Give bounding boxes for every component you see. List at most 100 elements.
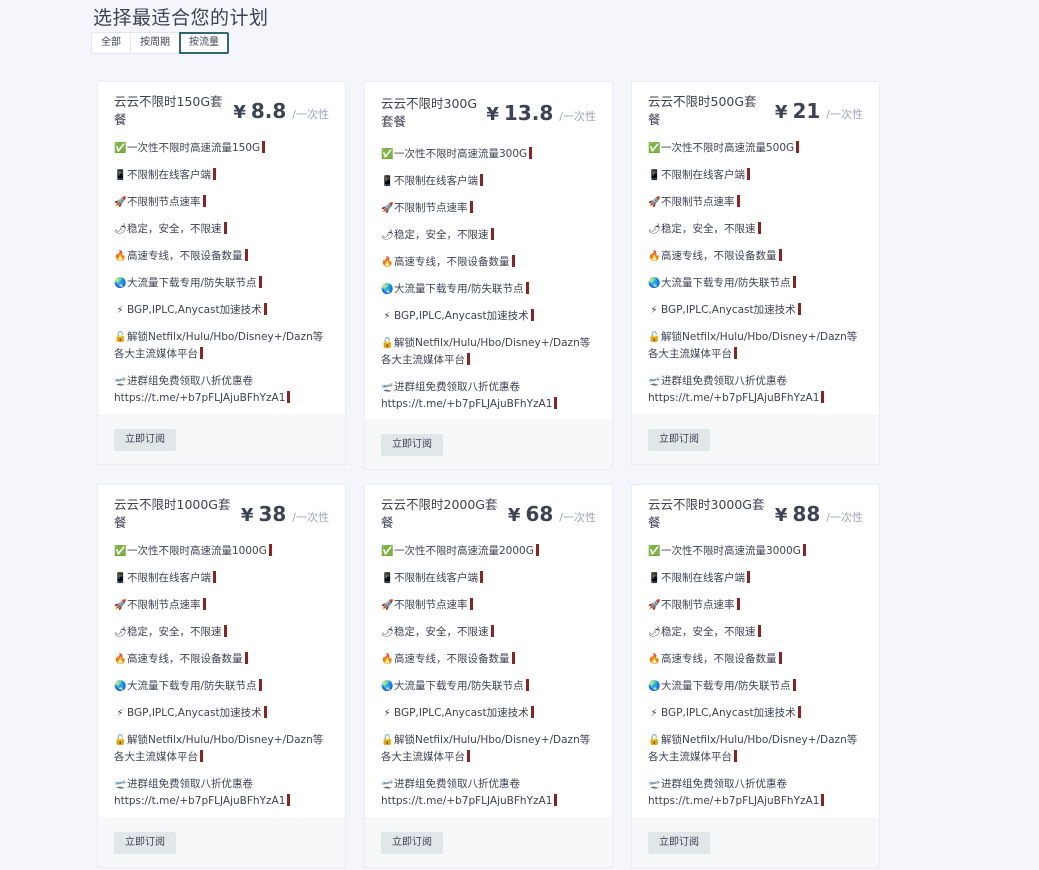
feature-item: 📱不限制在线客户端 [648,167,863,184]
price-value: 8.8 [250,99,287,123]
text-cursor-mark [200,347,203,359]
feature-list: ✅一次性不限时高速流量2000G 📱不限制在线客户端 🚀不限制节点速率 🌶稳定，安全，… [365,543,612,810]
text-cursor-mark [287,391,291,403]
globe-icon: 🌏 [648,278,661,289]
check-mark-icon: ✅ [648,546,661,557]
feature-item: 🚀不限制节点速率 [114,194,329,211]
feature-text: 进群组免费领取八折优惠卷https://t.me/+b7pFLJAjuBFhYz… [648,778,820,807]
mobile-phone-icon: 📱 [381,176,394,187]
text-cursor-mark [525,282,529,294]
price-currency: ¥ [774,102,788,123]
rocket-icon: 🚀 [381,203,394,214]
feature-text: 不限制节点速率 [661,599,735,611]
plan-price: ¥88/一次性 [767,502,863,526]
feature-text: 解锁Netfilx/Hulu/Hbo/Disney+/Dazn等各大主流媒体平台 [381,337,591,366]
feature-item: 🌶稳定，安全，不限速 [381,624,596,641]
plan-card-header: 云云不限时500G套餐 ¥21/一次性 [632,82,879,140]
lightning-icon: ⚡ [116,305,124,316]
feature-item: 🚀不限制节点速率 [381,597,596,614]
text-cursor-mark [821,391,825,403]
lightning-icon: ⚡ [650,708,658,719]
feature-item: 🌏大流量下载专用/防失联节点 [114,275,329,292]
feature-text: 解锁Netfilx/Hulu/Hbo/Disney+/Dazn等各大主流媒体平台 [114,331,324,360]
subscribe-button[interactable]: 立即订阅 [648,429,710,451]
text-cursor-mark [213,571,216,583]
feature-text: 大流量下载专用/防失联节点 [661,277,791,289]
text-cursor-mark [736,598,740,610]
check-mark-icon: ✅ [381,149,394,160]
feature-item: 🚀不限制节点速率 [648,194,863,211]
plan-price: ¥8.8/一次性 [225,99,329,123]
text-cursor-mark [757,625,761,637]
text-cursor-mark [202,598,206,610]
fire-icon: 🔥 [114,654,127,665]
plan-name: 云云不限时3000G套餐 [648,497,765,530]
text-cursor-mark [530,706,534,718]
mobile-phone-icon: 📱 [114,170,127,181]
plan-card-footer: 立即订阅 [365,817,612,867]
feature-text: BGP,IPLC,Anycast加速技术 [127,707,262,719]
price-currency: ¥ [240,505,254,526]
filter-tab-2[interactable]: 按流量 [179,32,229,54]
rocket-icon: 🚀 [648,197,661,208]
feature-item: 🚀不限制节点速率 [381,200,596,217]
plan-name: 云云不限时150G套餐 [114,94,223,127]
lock-icon: 🔓 [381,338,394,349]
text-cursor-mark [530,309,534,321]
feature-text: 不限制在线客户端 [394,175,478,187]
feature-text: 高速专线，不限设备数量 [127,250,243,262]
feature-item: ✅一次性不限时高速流量500G [648,140,863,157]
price-currency: ¥ [507,505,521,526]
subscribe-button[interactable]: 立即订阅 [114,832,176,854]
filter-tab-1[interactable]: 按周期 [130,32,179,54]
subscribe-button[interactable]: 立即订阅 [114,429,176,451]
feature-item: 🛫进群组免费领取八折优惠卷https://t.me/+b7pFLJAjuBFhY… [648,373,863,407]
text-cursor-mark [554,397,558,409]
plan-price: ¥68/一次性 [500,502,596,526]
plan-card-header: 云云不限时3000G套餐 ¥88/一次性 [632,485,879,543]
airplane-icon: 🛫 [114,376,127,387]
feature-text: 进群组免费领取八折优惠卷https://t.me/+b7pFLJAjuBFhYz… [114,375,286,404]
text-cursor-mark [778,652,782,664]
feature-item: ⚡ BGP,IPLC,Anycast加速技术 [381,308,596,325]
plan-name: 云云不限时2000G套餐 [381,497,498,530]
feature-item: 🌏大流量下载专用/防失联节点 [648,678,863,695]
text-cursor-mark [467,353,470,365]
feature-text: 不限制节点速率 [127,599,201,611]
lightning-icon: ⚡ [116,708,124,719]
text-cursor-mark [747,168,750,180]
feature-text: 大流量下载专用/防失联节点 [127,680,257,692]
plan-price: ¥21/一次性 [767,99,863,123]
text-cursor-mark [263,303,267,315]
plan-card: 云云不限时3000G套餐 ¥88/一次性 ✅一次性不限时高速流量3000G 📱不限制在… [631,484,880,868]
filter-tab-0[interactable]: 全部 [91,32,130,54]
feature-text: 一次性不限时高速流量3000G [661,545,801,557]
feature-item: 🔓解锁Netfilx/Hulu/Hbo/Disney+/Dazn等各大主流媒体平… [114,329,329,363]
fire-icon: 🔥 [381,654,394,665]
subscribe-button[interactable]: 立即订阅 [381,832,443,854]
feature-item: ⚡ BGP,IPLC,Anycast加速技术 [648,302,863,319]
feature-text: BGP,IPLC,Anycast加速技术 [394,707,529,719]
feature-item: 🌏大流量下载专用/防失联节点 [381,678,596,695]
chili-icon: 🌶 [648,224,661,235]
feature-item: ⚡ BGP,IPLC,Anycast加速技术 [648,705,863,722]
text-cursor-mark [511,255,515,267]
lightning-icon: ⚡ [383,311,391,322]
text-cursor-mark [213,168,216,180]
feature-text: 一次性不限时高速流量1000G [127,545,267,557]
subscribe-button[interactable]: 立即订阅 [648,832,710,854]
subscribe-button[interactable]: 立即订阅 [381,434,443,456]
fire-icon: 🔥 [648,251,661,262]
feature-item: 🛫进群组免费领取八折优惠卷https://t.me/+b7pFLJAjuBFhY… [381,379,596,413]
feature-item: 📱不限制在线客户端 [114,570,329,587]
feature-item: 🔥高速专线，不限设备数量 [648,248,863,265]
feature-text: 不限制节点速率 [127,196,201,208]
feature-item: ✅一次性不限时高速流量300G [381,146,596,163]
airplane-icon: 🛫 [648,779,661,790]
rocket-icon: 🚀 [648,600,661,611]
text-cursor-mark [202,195,206,207]
feature-item: ⚡ BGP,IPLC,Anycast加速技术 [114,705,329,722]
feature-text: 大流量下载专用/防失联节点 [127,277,257,289]
text-cursor-mark [802,544,806,556]
feature-item: 🔥高速专线，不限设备数量 [114,651,329,668]
